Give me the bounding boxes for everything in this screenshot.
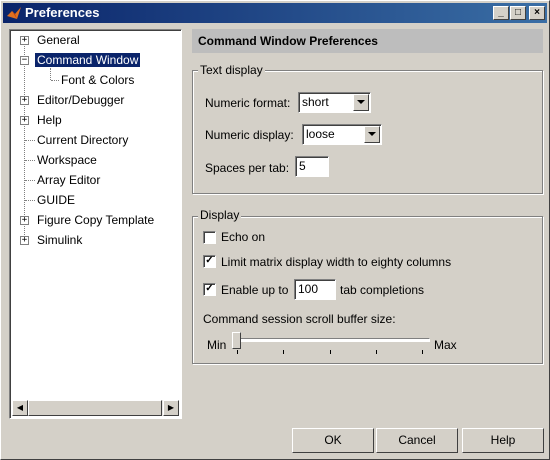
tree-item-label: Help	[37, 113, 62, 127]
panel-header: Command Window Preferences	[192, 29, 543, 53]
slider-tick	[330, 350, 331, 354]
tree-line	[51, 80, 59, 81]
expand-icon[interactable]: +	[20, 216, 29, 225]
close-button[interactable]: ×	[529, 6, 545, 20]
chevron-down-icon[interactable]	[353, 94, 369, 111]
title-bar[interactable]: Preferences _ □ ×	[3, 3, 547, 23]
scroll-buffer-slider-thumb[interactable]	[232, 332, 241, 349]
slider-tick	[376, 350, 377, 354]
tree-item-label: Command Window	[35, 53, 141, 67]
echo-on-label: Echo on	[221, 230, 266, 244]
tree-item-editor-debugger[interactable]: Editor/Debugger	[35, 92, 126, 108]
window-title: Preferences	[25, 5, 100, 20]
tree-line	[24, 36, 25, 241]
scroll-buffer-label: Command session scroll buffer size:	[203, 312, 396, 326]
tree-item-label: Figure Copy Template	[37, 213, 155, 227]
collapse-icon[interactable]: −	[20, 56, 29, 65]
maximize-button[interactable]: □	[510, 6, 526, 20]
slider-tick	[237, 350, 238, 354]
tree-item-current-directory[interactable]: Current Directory	[35, 132, 130, 148]
echo-on-checkbox[interactable]	[203, 231, 216, 244]
tab-completion-checkbox[interactable]: ✓	[203, 283, 216, 296]
numeric-format-value: short	[302, 95, 329, 109]
numeric-display-select[interactable]: loose	[302, 124, 382, 145]
spaces-per-tab-label: Spaces per tab:	[205, 161, 290, 175]
tree-item-command-window[interactable]: Command Window	[35, 52, 141, 68]
preferences-tree[interactable]: + General − Command Window Font & Colors…	[9, 29, 182, 419]
tree-item-general[interactable]: General	[35, 32, 82, 48]
tree-line	[25, 160, 35, 161]
tab-completion-suffix-label: tab completions	[340, 283, 425, 297]
tree-item-label: Font & Colors	[61, 73, 135, 87]
tree-item-simulink[interactable]: Simulink	[35, 232, 84, 248]
scroll-left-button[interactable]: ◀	[12, 400, 28, 416]
tab-completion-prefix-label: Enable up to	[221, 283, 289, 297]
text-display-group-title: Text display	[198, 63, 265, 77]
numeric-format-label: Numeric format:	[205, 96, 291, 110]
numeric-display-label: Numeric display:	[205, 128, 294, 142]
slider-tick	[422, 350, 423, 354]
tree-item-label: Simulink	[37, 233, 83, 247]
scroll-right-button[interactable]: ▶	[163, 400, 179, 416]
scroll-buffer-slider-track[interactable]	[234, 338, 430, 342]
slider-tick	[283, 350, 284, 354]
tree-item-help[interactable]: Help	[35, 112, 64, 128]
expand-icon[interactable]: +	[20, 116, 29, 125]
tree-line	[50, 68, 51, 80]
tree-line	[25, 140, 35, 141]
cancel-button[interactable]: Cancel	[376, 428, 458, 453]
expand-icon[interactable]: +	[20, 96, 29, 105]
help-button[interactable]: Help	[462, 428, 544, 453]
tree-item-label: General	[37, 33, 80, 47]
tree-item-label: Current Directory	[37, 133, 129, 147]
expand-icon[interactable]: +	[20, 36, 29, 45]
numeric-format-select[interactable]: short	[298, 92, 371, 113]
tree-line	[25, 180, 35, 181]
slider-max-label: Max	[434, 338, 457, 352]
tree-item-guide[interactable]: GUIDE	[35, 192, 77, 208]
scroll-thumb[interactable]	[28, 400, 162, 416]
slider-min-label: Min	[207, 338, 227, 352]
ok-button[interactable]: OK	[292, 428, 374, 453]
tree-item-workspace[interactable]: Workspace	[35, 152, 99, 168]
tree-item-label: Editor/Debugger	[37, 93, 125, 107]
horizontal-scrollbar[interactable]: ◀ ▶	[12, 400, 179, 416]
expand-icon[interactable]: +	[20, 236, 29, 245]
minimize-button[interactable]: _	[493, 6, 509, 20]
tree-item-font-colors[interactable]: Font & Colors	[59, 72, 136, 88]
chevron-down-icon[interactable]	[364, 126, 380, 143]
tree-item-label: GUIDE	[37, 193, 76, 207]
tree-item-label: Array Editor	[37, 173, 101, 187]
display-group-title: Display	[198, 208, 242, 222]
matlab-logo-icon	[7, 7, 21, 19]
limit-width-label: Limit matrix display width to eighty col…	[221, 255, 452, 269]
tree-line	[25, 200, 35, 201]
tree-item-label: Workspace	[37, 153, 97, 167]
tree-item-array-editor[interactable]: Array Editor	[35, 172, 102, 188]
preferences-window: Preferences _ □ × + General − Command Wi…	[0, 0, 550, 460]
spaces-per-tab-input[interactable]: 5	[295, 156, 329, 177]
tree-item-figure-copy-template[interactable]: Figure Copy Template	[35, 212, 156, 228]
limit-width-checkbox[interactable]: ✓	[203, 255, 216, 268]
tab-completion-input[interactable]: 100	[294, 279, 336, 300]
numeric-display-value: loose	[306, 127, 335, 141]
